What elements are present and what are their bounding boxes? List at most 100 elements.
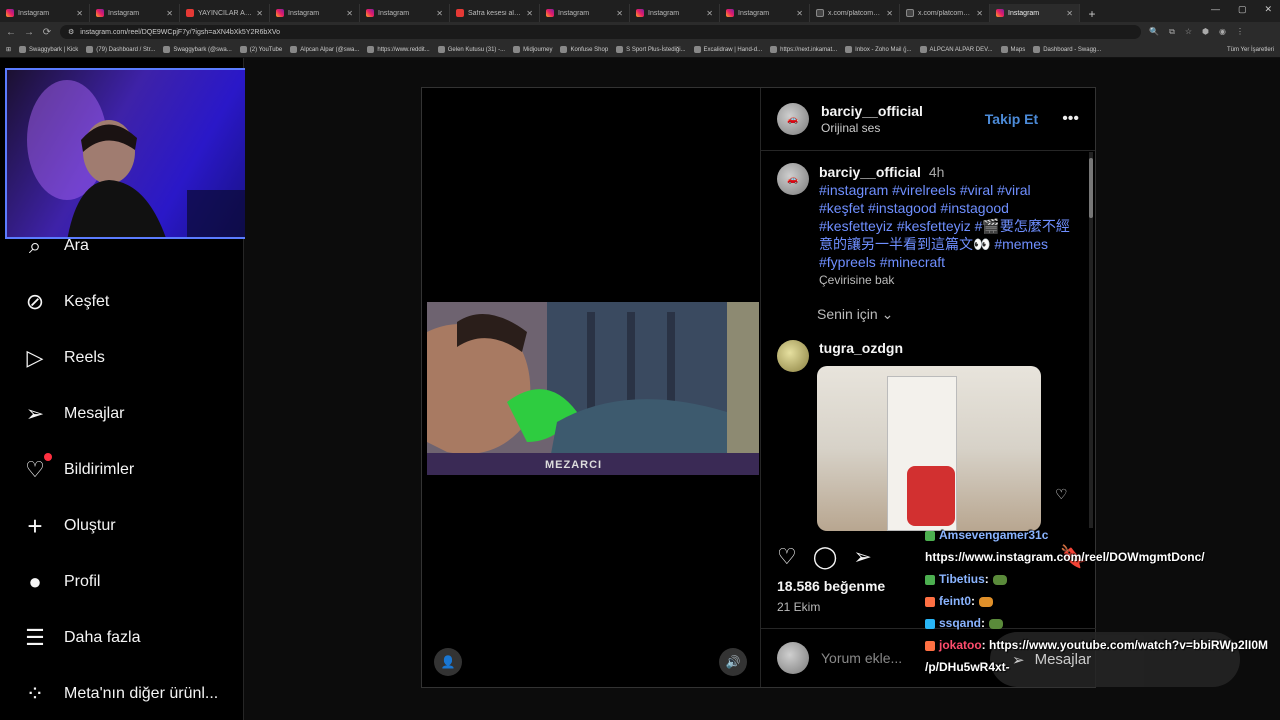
browser-tab[interactable]: Instagram ✕ [90,4,180,22]
bookmark-item[interactable]: Dashboard - Swagg... [1033,46,1101,53]
profile-avatar-icon[interactable]: ◉ [1219,27,1226,37]
close-tab-icon[interactable]: ✕ [706,9,713,18]
comment-like-icon[interactable]: ♡ [1055,486,1068,503]
bookmark-item[interactable]: Gelen Kutusu (31) -... [437,46,505,53]
like-count[interactable]: 18.586 beğenme [777,578,885,594]
sidebar-item-reels[interactable]: ▷ Reels [22,345,105,371]
url-text: instagram.com/reel/DQE9WCpjF7y/?igsh=aXN… [80,28,281,36]
bookmark-item[interactable]: Maps [1000,46,1025,53]
sidebar-item-messages[interactable]: ➢ Mesajlar [22,401,125,427]
browser-tab[interactable]: Instagram ✕ [360,4,450,22]
sidebar-item-compass[interactable]: ⊘ Keşfet [22,289,110,315]
close-tab-icon[interactable]: ✕ [526,9,533,18]
bookmark-label: https://www.reddit... [377,46,430,53]
close-tab-icon[interactable]: ✕ [346,9,353,18]
mute-button[interactable]: 🔊 [719,648,747,676]
reload-icon[interactable]: ⟳ [42,27,52,38]
bookmark-item[interactable]: Swaggybark | Kick [19,46,78,53]
bookmark-item[interactable]: https://www.reddit... [367,46,430,53]
bookmark-item[interactable]: (79) Dashboard / Str... [86,46,155,53]
browser-tab[interactable]: Instagram ✕ [630,4,720,22]
sidebar-item-menu[interactable]: ☰ Daha fazla [22,625,140,651]
forward-icon[interactable]: → [24,27,34,38]
like-icon[interactable]: ♡ [777,544,797,570]
browser-tab[interactable]: Instagram ✕ [720,4,810,22]
tab-label: Safra kesesi alınmas [468,9,522,17]
comment-image[interactable] [817,366,1041,531]
more-options-icon[interactable]: ••• [1062,110,1079,128]
bookmark-item[interactable]: (2) YouTube [239,46,282,53]
bookmark-item[interactable]: ALPCAN ALPAR DEV... [919,46,993,53]
close-tab-icon[interactable]: ✕ [1066,9,1073,18]
comment-icon[interactable]: ◯ [813,544,838,570]
zoom-icon[interactable]: 🔍 [1149,27,1159,37]
translate-link[interactable]: Çevirisine bak [819,273,1073,287]
bookmark-item[interactable]: Excalidraw | Hand-d... [693,46,762,53]
bookmark-item[interactable]: S Sport Plus-İstediği... [616,46,686,53]
sidebar-item-profile[interactable]: ● Profil [22,569,100,595]
bookmark-item[interactable]: Konfuse Shop [560,46,608,53]
audio-label[interactable]: Orijinal ses [821,121,923,135]
close-tab-icon[interactable]: ✕ [76,9,83,18]
browser-tab[interactable]: Instagram ✕ [540,4,630,22]
close-tab-icon[interactable]: ✕ [976,9,983,18]
apps-icon[interactable]: ⊞ [6,46,11,53]
sidebar-item-plus[interactable]: + Oluştur [22,511,115,541]
close-tab-icon[interactable]: ✕ [256,9,263,18]
bookmark-favicon-icon [513,46,521,53]
scrollbar-thumb[interactable] [1089,158,1093,218]
follow-button[interactable]: Takip Et [985,111,1038,127]
browser-tab[interactable]: Instagram ✕ [990,4,1080,22]
all-bookmarks-folder[interactable]: Tüm Yer İşaretleri [1227,47,1274,53]
share-icon[interactable]: ➢ [853,544,871,570]
bookmark-favicon-icon [86,46,94,53]
browser-tab[interactable]: x.com/platcomweb/✕ [900,4,990,22]
browser-tab[interactable]: x.com/platcomweb/✕ [810,4,900,22]
caption-author[interactable]: barciy__official [819,164,921,180]
caption-hashtags[interactable]: #instagram #virelreels #viral #viral #ke… [819,181,1073,271]
x-favicon-icon [906,9,914,17]
browser-tab[interactable]: Instagram ✕ [0,4,90,22]
browser-tab[interactable]: YAYINCILAR ARASI HA ✕ [180,4,270,22]
tagged-users-button[interactable]: 👤 [434,648,462,676]
url-field[interactable]: ⚙ instagram.com/reel/DQE9WCpjF7y/?igsh=a… [60,25,1142,39]
close-tab-icon[interactable]: ✕ [616,9,623,18]
bookmark-item[interactable]: Swaggybark (@swa... [163,46,232,53]
close-tab-icon[interactable]: ✕ [886,9,893,18]
maximize-icon[interactable]: ▢ [1238,4,1247,15]
author-username[interactable]: barciy__official [821,103,923,119]
install-icon[interactable]: ⧉ [1169,27,1175,37]
close-tab-icon[interactable]: ✕ [436,9,443,18]
bookmark-star-icon[interactable]: ☆ [1185,27,1192,37]
sidebar-item-heart[interactable]: ♡ Bildirimler [22,453,134,483]
back-icon[interactable]: ← [6,27,16,38]
browser-tab[interactable]: Instagram ✕ [270,4,360,22]
notification-dot [44,453,52,461]
bookmark-item[interactable]: Alpcan Alpar (@swa... [290,46,359,53]
caption-avatar[interactable]: 🚗 [777,163,809,195]
minimize-icon[interactable]: — [1211,4,1220,15]
reel-video[interactable]: MEZARCI 👤 🔊 [422,88,760,687]
tab-label: Instagram [558,9,590,17]
site-info-icon[interactable]: ⚙ [68,28,74,36]
close-tab-icon[interactable]: ✕ [166,9,173,18]
author-avatar[interactable]: 🚗 [777,103,809,135]
bookmark-favicon-icon [239,46,247,53]
bookmark-item[interactable]: https://next.inkamat... [770,46,837,53]
comments-scrollbar[interactable] [1089,152,1093,528]
close-tab-icon[interactable]: ✕ [796,9,803,18]
close-window-icon[interactable]: ✕ [1264,4,1272,15]
bookmark-favicon-icon [163,46,171,53]
comment-input[interactable]: Yorum ekle... [821,650,902,666]
extensions-icon[interactable]: ⬢ [1202,27,1209,37]
browser-tab[interactable]: Safra kesesi alınmas ✕ [450,4,540,22]
bookmark-item[interactable]: Inbox - Zoho Mail (j... [845,46,912,53]
bookmark-favicon-icon [437,46,445,53]
new-tab-button[interactable]: + [1084,6,1100,22]
for-you-dropdown[interactable]: Senin için ⌄ [817,306,893,323]
commenter-avatar[interactable] [777,340,809,372]
bookmark-item[interactable]: Midjourney [513,46,552,53]
bookmark-favicon-icon [560,46,568,53]
browser-menu-icon[interactable]: ⋮ [1236,27,1244,37]
sidebar-item-meta[interactable]: ⁘ Meta'nın diğer ürünl... [22,681,218,707]
